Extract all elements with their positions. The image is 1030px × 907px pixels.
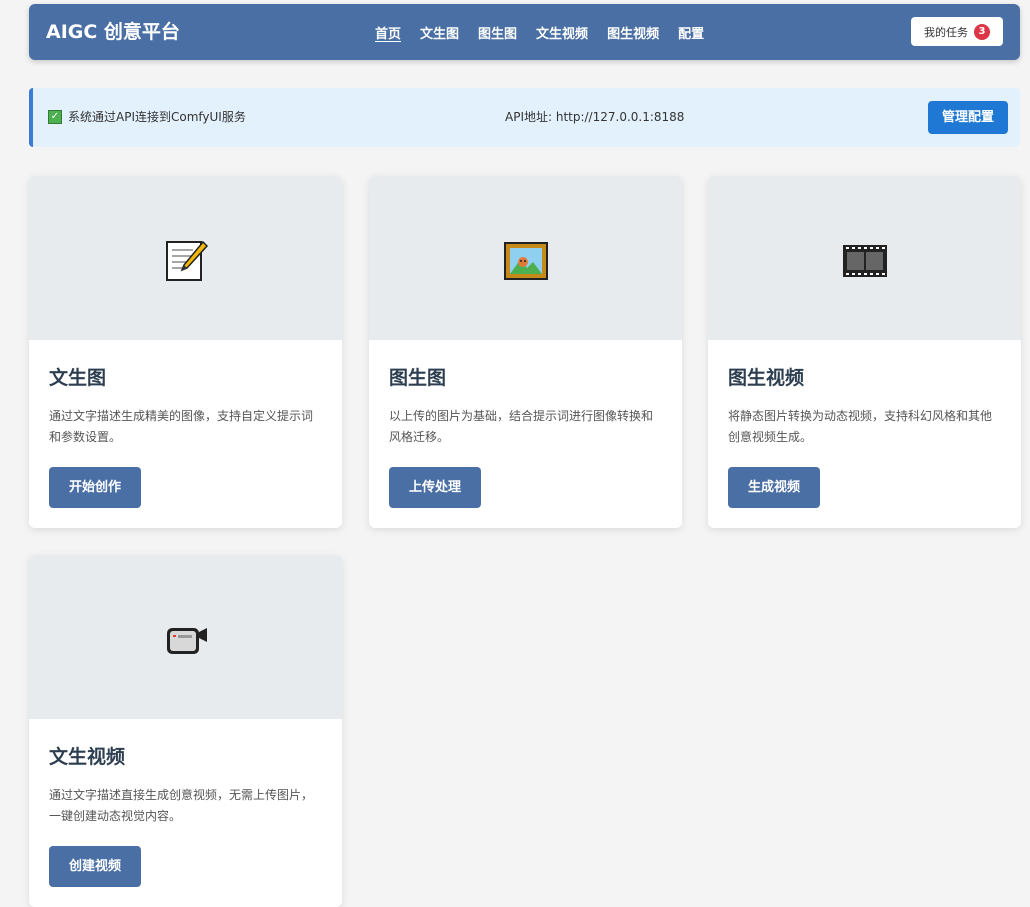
connection-status-bar: ✓ 系统通过API连接到ComfyUI服务 API地址: http://127.… [29,88,1020,147]
card-description: 通过文字描述直接生成创意视频，无需上传图片，一键创建动态视觉内容。 [49,788,314,823]
card-title: 文生图 [49,367,107,389]
nav-link-text-to-image[interactable]: 文生图 [420,23,459,42]
framed-picture-icon [504,242,548,280]
feature-card-text-to-video: 文生视频 通过文字描述直接生成创意视频，无需上传图片，一键创建动态视觉内容。 创… [29,555,342,907]
nav-link-home[interactable]: 首页 [375,23,401,42]
card-description: 通过文字描述生成精美的图像，支持自定义提示词和参数设置。 [49,409,314,444]
api-address: API地址: http://127.0.0.1:8188 [505,110,685,124]
card-title: 文生视频 [49,746,126,768]
card-description: 以上传的图片为基础，结合提示词进行图像转换和风格迁移。 [389,409,654,444]
card-description: 将静态图片转换为动态视频，支持科幻风格和其他创意视频生成。 [728,409,993,444]
upload-process-button[interactable]: 上传处理 [389,467,482,508]
card-image-area [29,555,342,719]
video-camera-icon [167,628,207,654]
nav-link-image-to-image[interactable]: 图生图 [478,23,517,42]
top-navbar: AIGC 创意平台 首页 文生图 图生图 文生视频 图生视频 配置 我的任务 3 [29,4,1020,60]
card-title: 图生视频 [728,367,805,389]
nav-link-text-to-video[interactable]: 文生视频 [536,23,588,42]
my-tasks-button[interactable]: 我的任务 3 [911,17,1003,46]
feature-card-image-to-image: 图生图 以上传的图片为基础，结合提示词进行图像转换和风格迁移。 上传处理 [369,176,682,528]
memo-pencil-icon [166,240,209,281]
card-image-area [708,176,1021,340]
my-tasks-label: 我的任务 [924,25,968,39]
feature-card-text-to-image: 文生图 通过文字描述生成精美的图像，支持自定义提示词和参数设置。 开始创作 [29,176,342,528]
status-message: 系统通过API连接到ComfyUI服务 [68,110,246,124]
nav-link-image-to-video[interactable]: 图生视频 [607,23,659,42]
feature-card-image-to-video: 图生视频 将静态图片转换为动态视频，支持科幻风格和其他创意视频生成。 生成视频 [708,176,1021,528]
task-count-badge: 3 [974,23,990,40]
brand-title[interactable]: AIGC 创意平台 [46,4,180,60]
start-create-button[interactable]: 开始创作 [49,467,142,508]
film-frames-icon [843,245,887,277]
nav-links: 首页 文生图 图生图 文生视频 图生视频 配置 [375,4,723,60]
check-mark-icon: ✓ [48,110,62,124]
nav-link-config[interactable]: 配置 [678,23,704,42]
card-image-area [29,176,342,340]
card-image-area [369,176,682,340]
create-video-button[interactable]: 创建视频 [49,846,142,887]
manage-config-button[interactable]: 管理配置 [928,101,1008,134]
card-title: 图生图 [389,367,447,389]
generate-video-button[interactable]: 生成视频 [728,467,821,508]
